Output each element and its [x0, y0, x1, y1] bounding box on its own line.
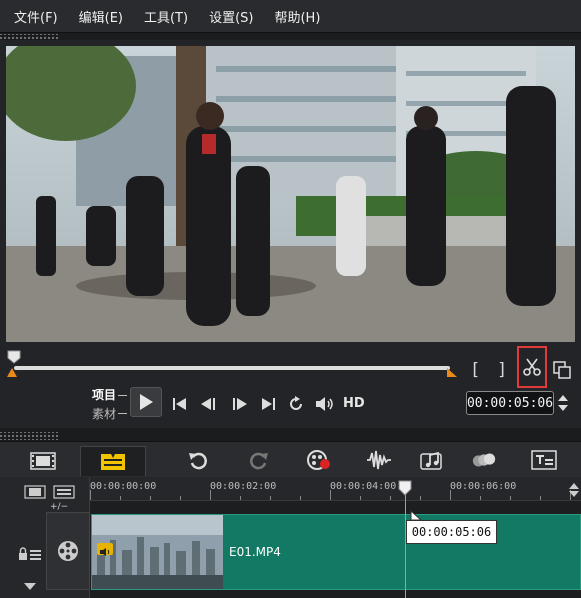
audio-mixer-button[interactable]	[366, 448, 392, 472]
chevron-down-icon	[24, 583, 36, 590]
ruler-tick	[450, 490, 451, 500]
video-clip[interactable]: E01.MP4	[91, 514, 581, 590]
ruler-label: 00:00:04:00	[330, 481, 397, 492]
previous-frame-button[interactable]	[198, 392, 220, 416]
ruler-tick	[240, 496, 241, 500]
timeline-ruler[interactable]: 00:00:00:00 00:00:02:00 00:00:04:00 00:0…	[90, 477, 581, 501]
lock-icon	[19, 547, 41, 560]
film-tracks-icon	[24, 485, 46, 499]
mark-out-button[interactable]: ]	[497, 360, 507, 380]
skip-start-icon	[173, 398, 186, 410]
next-frame-button[interactable]	[228, 392, 250, 416]
chevron-up-icon	[569, 483, 579, 497]
ruler-tick	[270, 496, 271, 500]
ruler-tick	[390, 496, 391, 500]
undo-icon	[189, 452, 207, 470]
timecode-spinner[interactable]	[556, 392, 570, 414]
film-strip-icon	[30, 452, 56, 470]
mode-project-label[interactable]: 项目	[92, 386, 116, 405]
ruler-tick	[330, 490, 331, 500]
clip-name: E01.MP4	[229, 545, 281, 559]
repeat-button[interactable]	[286, 392, 306, 416]
clip-thumbnail	[92, 515, 223, 589]
play-button[interactable]	[130, 387, 162, 417]
mode-clip-label[interactable]: 素材	[92, 405, 116, 424]
split-clip-button[interactable]	[517, 346, 547, 388]
scrubber-handle[interactable]	[7, 350, 21, 364]
step-forward-icon	[233, 398, 247, 410]
music-note-icon	[420, 451, 442, 470]
mark-in-handle[interactable]	[6, 366, 18, 378]
skip-end-icon	[262, 398, 275, 410]
redo-button[interactable]	[246, 448, 272, 472]
panel-grip[interactable]	[0, 432, 60, 440]
overlapping-circles-icon	[472, 453, 496, 467]
timeline-view-icon	[101, 453, 125, 470]
mode-separator	[118, 395, 127, 396]
go-to-start-button[interactable]	[170, 392, 190, 416]
track-lock-button[interactable]	[18, 546, 42, 565]
ruler-zoom-button[interactable]	[568, 480, 580, 502]
redo-icon	[250, 452, 268, 470]
menu-bar: 文件(F) 编辑(E) 工具(T) 设置(S) 帮助(H)	[0, 0, 581, 33]
playhead-timecode-tooltip: 00:00:05:06	[406, 520, 497, 544]
audio-waveform-icon	[367, 450, 391, 470]
scissors-icon	[523, 358, 541, 376]
subtitle-icon	[531, 450, 557, 470]
ruler-tick	[360, 496, 361, 500]
film-reel-icon	[58, 541, 78, 561]
go-to-end-button[interactable]	[258, 392, 278, 416]
ruler-tick	[540, 496, 541, 500]
mark-out-handle[interactable]	[446, 366, 458, 378]
hd-preview-toggle[interactable]: HD	[343, 396, 365, 411]
record-capture-button[interactable]	[306, 448, 332, 472]
ruler-tick	[480, 496, 481, 500]
volume-button[interactable]	[314, 392, 336, 416]
copy-icon[interactable]	[552, 360, 572, 380]
play-icon	[140, 394, 153, 410]
speaker-icon	[97, 543, 113, 556]
storyboard-view-tab[interactable]	[12, 446, 74, 476]
timeline-view-tab[interactable]	[80, 446, 146, 476]
undo-button[interactable]	[185, 448, 211, 472]
ruler-tick	[210, 490, 211, 500]
record-icon	[307, 450, 330, 470]
auto-music-button[interactable]	[420, 448, 446, 472]
mode-separator	[118, 413, 127, 414]
menu-edit[interactable]: 编辑(E)	[79, 7, 123, 26]
repeat-icon	[290, 396, 302, 410]
track-manager-icon	[53, 485, 75, 499]
ruler-label: 00:00:00:00	[90, 481, 157, 492]
ruler-tick	[180, 496, 181, 500]
video-preview[interactable]	[6, 46, 575, 342]
track-manager-button[interactable]	[53, 484, 75, 503]
track-expand-button[interactable]	[24, 576, 36, 595]
motion-tracking-button[interactable]	[471, 448, 497, 472]
menu-tools[interactable]: 工具(T)	[144, 7, 188, 26]
ruler-tick	[120, 496, 121, 500]
menu-help[interactable]: 帮助(H)	[274, 7, 320, 26]
ruler-label: 00:00:02:00	[210, 481, 277, 492]
show-all-tracks-button[interactable]	[24, 484, 46, 503]
preview-panel: [ ] 项目 素材 HD 00:00:05:06	[0, 40, 581, 428]
menu-settings[interactable]: 设置(S)	[209, 7, 253, 26]
zoom-control[interactable]: +/−	[50, 502, 68, 512]
menu-file[interactable]: 文件(F)	[14, 7, 58, 26]
playhead-handle[interactable]	[398, 480, 412, 496]
speaker-icon	[316, 397, 333, 411]
ruler-label: 00:00:06:00	[450, 481, 517, 492]
ruler-tick	[420, 496, 421, 500]
ruler-tick	[150, 496, 151, 500]
step-back-icon	[201, 398, 215, 410]
mark-in-button[interactable]: [	[470, 360, 480, 380]
ruler-tick	[510, 496, 511, 500]
scrubber-track[interactable]	[14, 366, 450, 370]
video-track-header[interactable]	[46, 512, 90, 590]
ruler-tick	[90, 490, 91, 500]
ruler-tick	[300, 496, 301, 500]
timecode-display[interactable]: 00:00:05:06	[466, 391, 554, 415]
subtitle-editor-button[interactable]	[531, 448, 557, 472]
preview-mode-selector: 项目 素材	[92, 386, 116, 424]
